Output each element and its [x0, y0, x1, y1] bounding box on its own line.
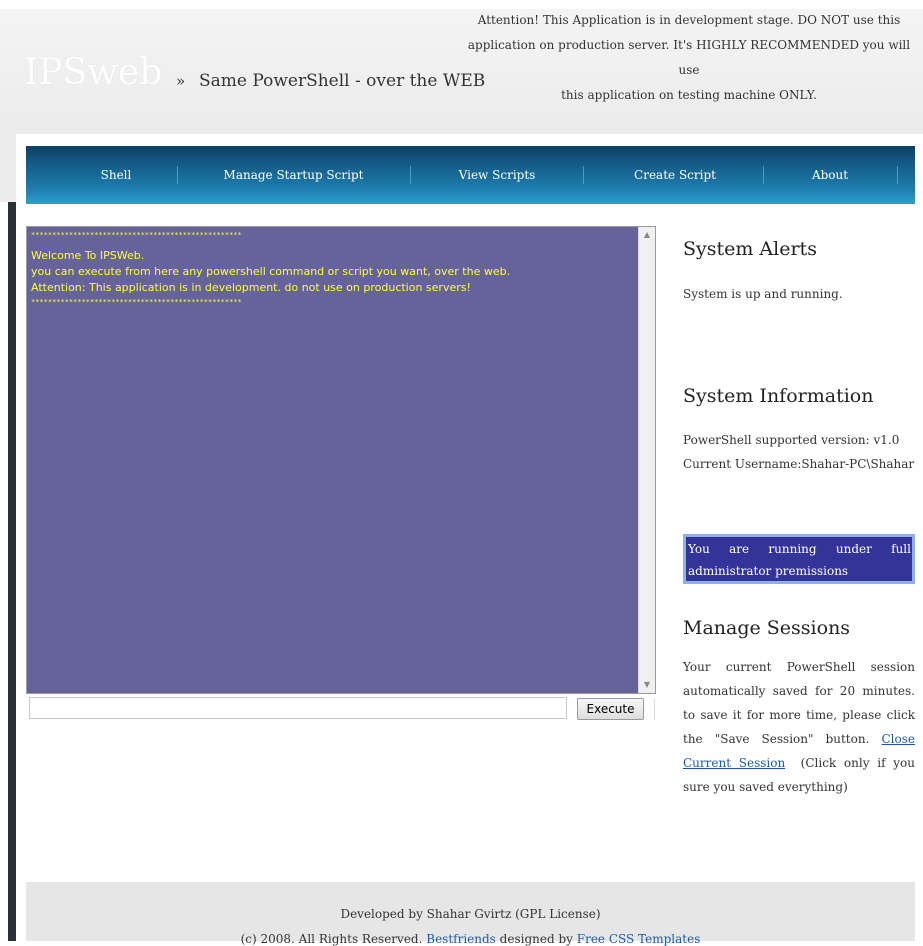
- nav-separator: [763, 166, 764, 184]
- admin-status-line1: You are running under full: [688, 538, 911, 560]
- left-edge-light: [0, 134, 16, 202]
- notice-line: application on production server. It's H…: [467, 38, 911, 77]
- system-alerts-text: System is up and running.: [683, 287, 843, 301]
- console-line: Attention: This application is in develo…: [31, 281, 471, 294]
- nav-item-create-script[interactable]: Create Script: [587, 146, 763, 204]
- execute-button[interactable]: Execute: [577, 698, 644, 720]
- console-divider: [654, 698, 655, 720]
- shell-output[interactable]: ****************************************…: [26, 226, 656, 694]
- nav-separator: [583, 166, 584, 184]
- manage-sessions-title: Manage Sessions: [683, 617, 851, 639]
- system-alerts-title: System Alerts: [683, 238, 817, 260]
- powershell-version: PowerShell supported version: v1.0: [683, 433, 900, 447]
- console-stars-top: ****************************************…: [31, 231, 242, 239]
- main-nav: Shell Manage Startup Script View Scripts…: [26, 146, 915, 204]
- footer-link-free-css-templates[interactable]: Free CSS Templates: [577, 932, 701, 946]
- development-notice: Attention! This Application is in develo…: [463, 8, 915, 108]
- current-username: Current Username:Shahar-PC\Shahar: [683, 457, 915, 471]
- nav-separator: [897, 166, 898, 184]
- tagline-separator: »: [176, 72, 186, 90]
- left-edge-bar-inner: [8, 202, 16, 941]
- footer: Developed by Shahar Gvirtz (GPL License)…: [26, 882, 915, 946]
- footer-copyright-text: (c) 2008. All Rights Reserved.: [240, 932, 423, 946]
- console-stars-bottom: ****************************************…: [31, 298, 242, 306]
- scroll-down-icon[interactable]: ▼: [639, 677, 655, 693]
- console-line: Welcome To IPSWeb.: [31, 249, 145, 262]
- nav-item-view-scripts[interactable]: View Scripts: [414, 146, 580, 204]
- admin-word: under: [835, 542, 872, 556]
- command-input[interactable]: [29, 697, 567, 719]
- footer-designed-by: designed by: [499, 932, 573, 946]
- nav-item-shell[interactable]: Shell: [56, 146, 176, 204]
- console-scrollbar[interactable]: ▲ ▼: [638, 227, 655, 693]
- footer-copyright: (c) 2008. All Rights Reserved. Bestfrien…: [26, 932, 915, 946]
- admin-status-badge: You are running under full administrator…: [683, 534, 915, 584]
- admin-status-line2: administrator premissions: [688, 564, 849, 578]
- manage-sessions-text: Your current PowerShell session automati…: [683, 655, 915, 799]
- site-tagline: Same PowerShell - over the WEB: [199, 71, 486, 91]
- notice-line: Attention! This Application is in develo…: [477, 13, 901, 27]
- nav-item-about[interactable]: About: [767, 146, 893, 204]
- scroll-up-icon[interactable]: ▲: [639, 227, 655, 243]
- left-edge-bar: [0, 202, 16, 941]
- notice-line: this application on testing machine ONLY…: [561, 88, 817, 102]
- site-logo[interactable]: IPSweb: [24, 52, 162, 93]
- admin-word: running: [768, 542, 817, 556]
- system-information-title: System Information: [683, 385, 874, 407]
- admin-word: are: [729, 542, 750, 556]
- admin-word: full: [891, 542, 911, 556]
- nav-separator: [177, 166, 178, 184]
- admin-word: You: [688, 542, 710, 556]
- console-line: you can execute from here any powershell…: [31, 265, 511, 278]
- footer-credit: Developed by Shahar Gvirtz (GPL License): [340, 907, 601, 921]
- nav-separator: [410, 166, 411, 184]
- nav-item-manage-startup-script[interactable]: Manage Startup Script: [181, 146, 406, 204]
- footer-link-bestfriends[interactable]: Bestfriends: [426, 932, 496, 946]
